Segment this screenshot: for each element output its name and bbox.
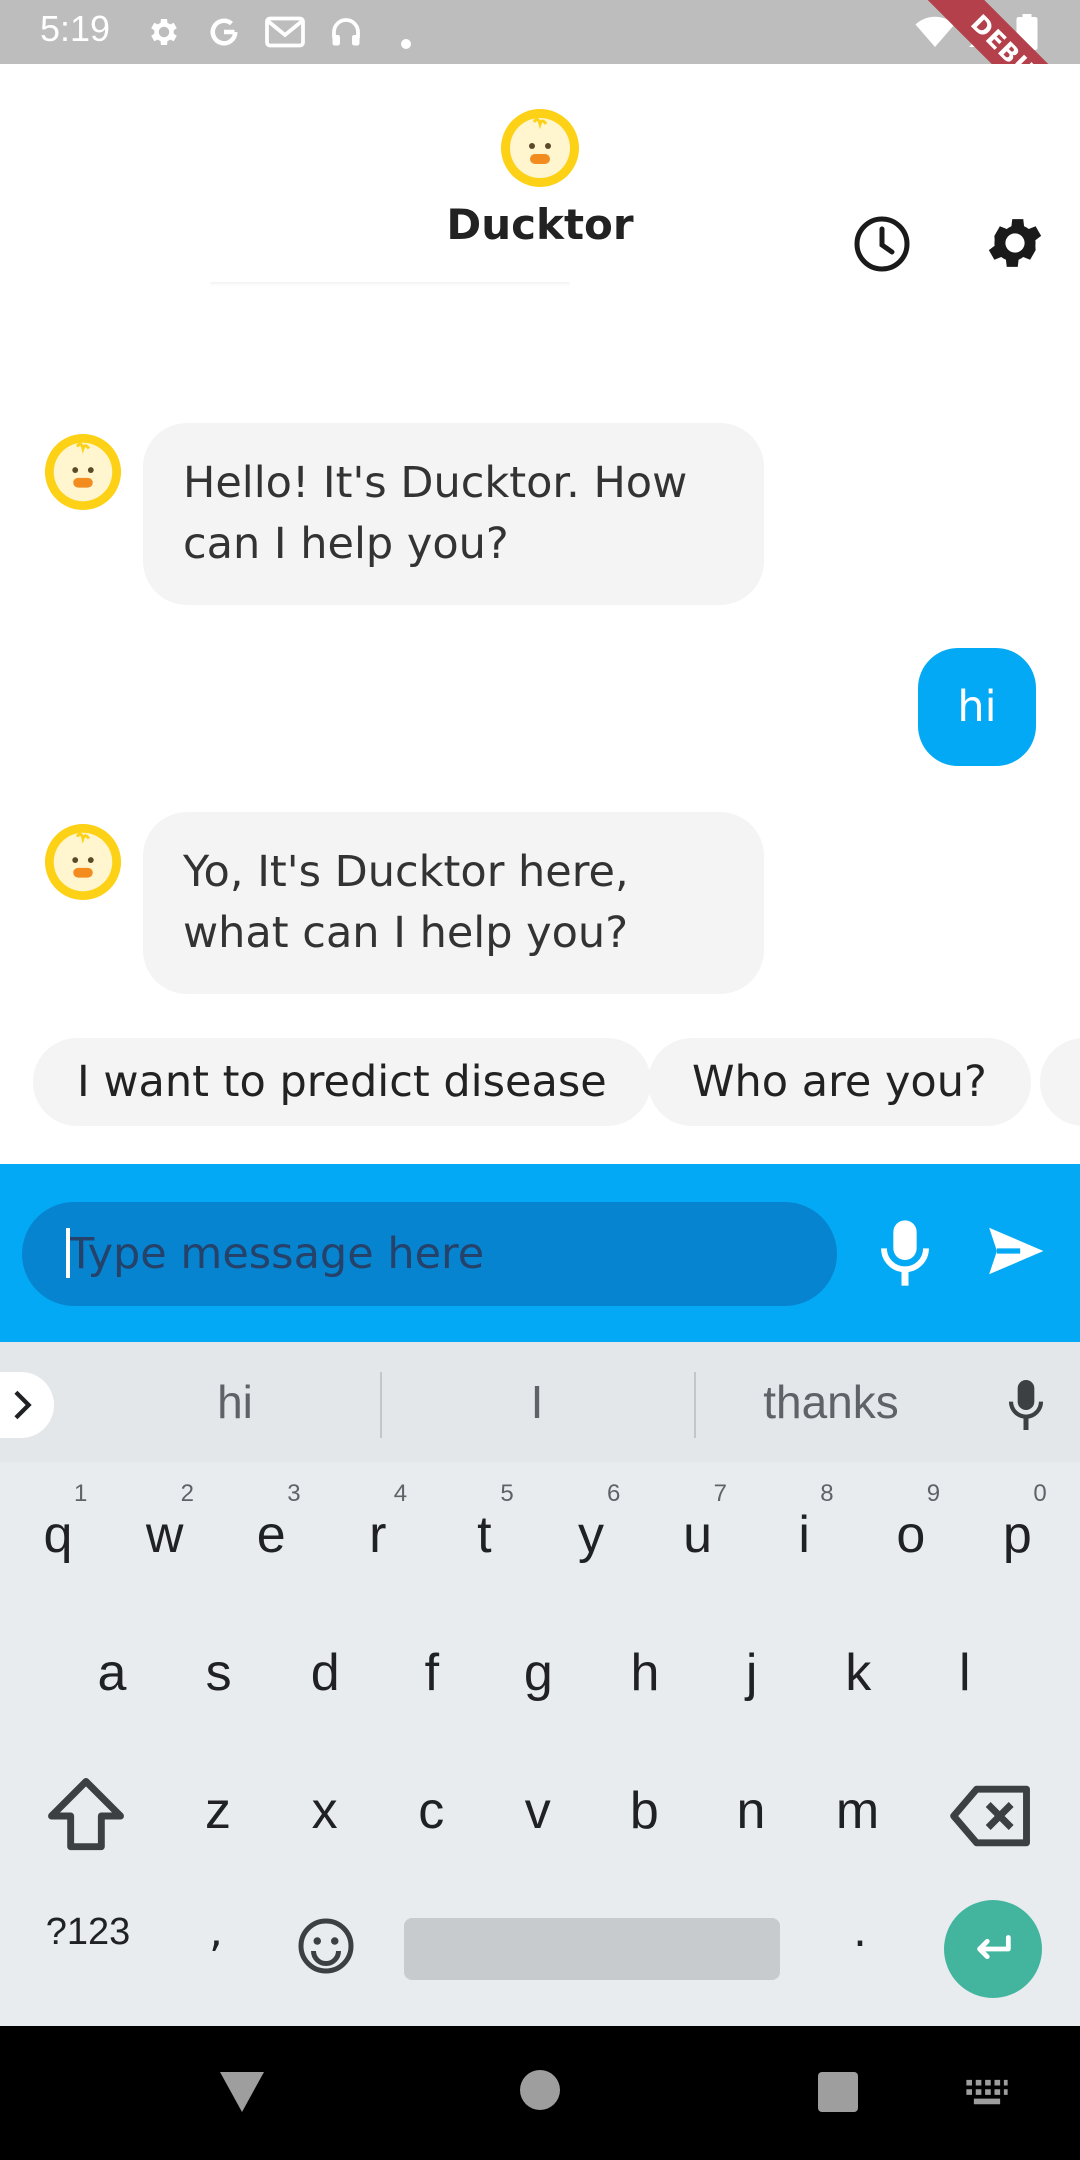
key-j[interactable]: j — [706, 1618, 798, 1728]
key-hint-7: 7 — [713, 1480, 727, 1507]
duck-logo-icon — [501, 109, 579, 187]
keyboard-suggestion[interactable]: thanks — [696, 1342, 966, 1462]
bot-avatar-icon — [44, 433, 122, 511]
suggestion-chip[interactable]: I want to predict disease — [33, 1038, 651, 1126]
key-v[interactable]: v — [492, 1756, 584, 1866]
settings-status-icon — [151, 18, 177, 46]
gmail-icon — [265, 16, 305, 48]
key-x[interactable]: x — [279, 1756, 371, 1866]
key-s[interactable]: s — [173, 1618, 265, 1728]
emoji-icon[interactable] — [296, 1916, 356, 1976]
key-i[interactable]: i — [758, 1480, 850, 1590]
key-hint-0: 0 — [1033, 1480, 1047, 1507]
keyboard-icon[interactable] — [964, 2078, 1010, 2108]
key-g[interactable]: g — [492, 1618, 584, 1728]
status-time: 5:19 — [40, 8, 111, 49]
bot-message-bubble: Hello! It's Ducktor. How can I help you? — [143, 423, 764, 605]
backspace-icon[interactable] — [946, 1770, 1038, 1862]
app-screen: 5:19 DEBUG Ducktor Hello! It's Ducktor. … — [0, 0, 1080, 2160]
comma-key[interactable]: , — [196, 1886, 236, 1978]
chevron-right-icon — [14, 1390, 32, 1420]
recents-icon[interactable] — [818, 2072, 858, 2112]
bot-message-bubble: Yo, It's Ducktor here, what can I help y… — [143, 812, 764, 994]
key-h[interactable]: h — [599, 1618, 691, 1728]
user-message-bubble: hi — [918, 648, 1036, 766]
key-d[interactable]: d — [279, 1618, 371, 1728]
app-bar-divider — [210, 282, 570, 286]
key-k[interactable]: k — [812, 1618, 904, 1728]
keyboard-expand-button[interactable] — [0, 1372, 54, 1438]
shift-icon[interactable] — [40, 1770, 132, 1862]
bot-avatar-icon — [44, 823, 122, 901]
google-icon — [210, 18, 238, 46]
keyboard-suggestion-strip: hi I thanks — [0, 1342, 1080, 1462]
key-hint-9: 9 — [926, 1480, 941, 1507]
key-w[interactable]: w — [119, 1480, 211, 1590]
keyboard-suggestion[interactable]: hi — [90, 1342, 380, 1462]
key-hint-3: 3 — [287, 1480, 301, 1507]
history-icon[interactable] — [850, 212, 914, 276]
key-hint-1: 1 — [74, 1480, 88, 1507]
text-cursor — [66, 1228, 70, 1278]
home-icon[interactable] — [520, 2070, 560, 2110]
status-bar: 5:19 DEBUG — [0, 0, 1080, 161]
key-r[interactable]: r — [332, 1480, 424, 1590]
system-nav-bar — [0, 2026, 1080, 2160]
suggestion-chip-partial[interactable] — [1040, 1038, 1080, 1126]
key-b[interactable]: b — [598, 1756, 690, 1866]
suggestion-chip[interactable]: Who are you? — [648, 1038, 1031, 1126]
voice-input-icon[interactable] — [1006, 1378, 1046, 1432]
message-input-placeholder: Type message here — [68, 1229, 485, 1279]
mic-icon[interactable] — [876, 1218, 934, 1288]
settings-icon[interactable] — [982, 210, 1048, 276]
notification-dot-icon — [401, 39, 411, 49]
app-title: Ducktor — [446, 200, 634, 249]
period-key[interactable]: . — [840, 1886, 880, 1978]
key-o[interactable]: o — [865, 1480, 957, 1590]
key-u[interactable]: u — [652, 1480, 744, 1590]
key-y[interactable]: y — [545, 1480, 637, 1590]
key-q[interactable]: q — [12, 1480, 104, 1590]
space-key[interactable] — [404, 1918, 780, 1980]
key-f[interactable]: f — [386, 1618, 478, 1728]
headset-icon — [332, 18, 360, 46]
key-m[interactable]: m — [812, 1756, 904, 1866]
key-n[interactable]: n — [705, 1756, 797, 1866]
key-hint-4: 4 — [393, 1480, 408, 1507]
send-icon[interactable] — [984, 1220, 1046, 1282]
key-e[interactable]: e — [225, 1480, 317, 1590]
suggestion-chips: I want to predict disease Who are you? — [0, 1038, 1080, 1126]
key-z[interactable]: z — [172, 1756, 264, 1866]
back-icon[interactable] — [218, 2070, 266, 2114]
key-a[interactable]: a — [66, 1618, 158, 1728]
key-hint-2: 2 — [180, 1480, 194, 1507]
key-hint-5: 5 — [500, 1480, 514, 1507]
key-p[interactable]: p — [971, 1480, 1063, 1590]
key-hint-8: 8 — [820, 1480, 834, 1507]
symbols-key[interactable]: ?123 — [28, 1886, 148, 1978]
enter-icon — [977, 1935, 1011, 1960]
message-input-bar: Type message here — [0, 1164, 1080, 1342]
app-bar: Ducktor — [0, 64, 1080, 284]
key-hint-6: 6 — [607, 1480, 621, 1507]
key-t[interactable]: t — [438, 1480, 530, 1590]
enter-key[interactable] — [944, 1900, 1042, 1998]
message-input[interactable]: Type message here — [22, 1202, 837, 1306]
key-l[interactable]: l — [919, 1618, 1011, 1728]
key-c[interactable]: c — [385, 1756, 477, 1866]
keyboard-suggestion[interactable]: I — [382, 1342, 692, 1462]
